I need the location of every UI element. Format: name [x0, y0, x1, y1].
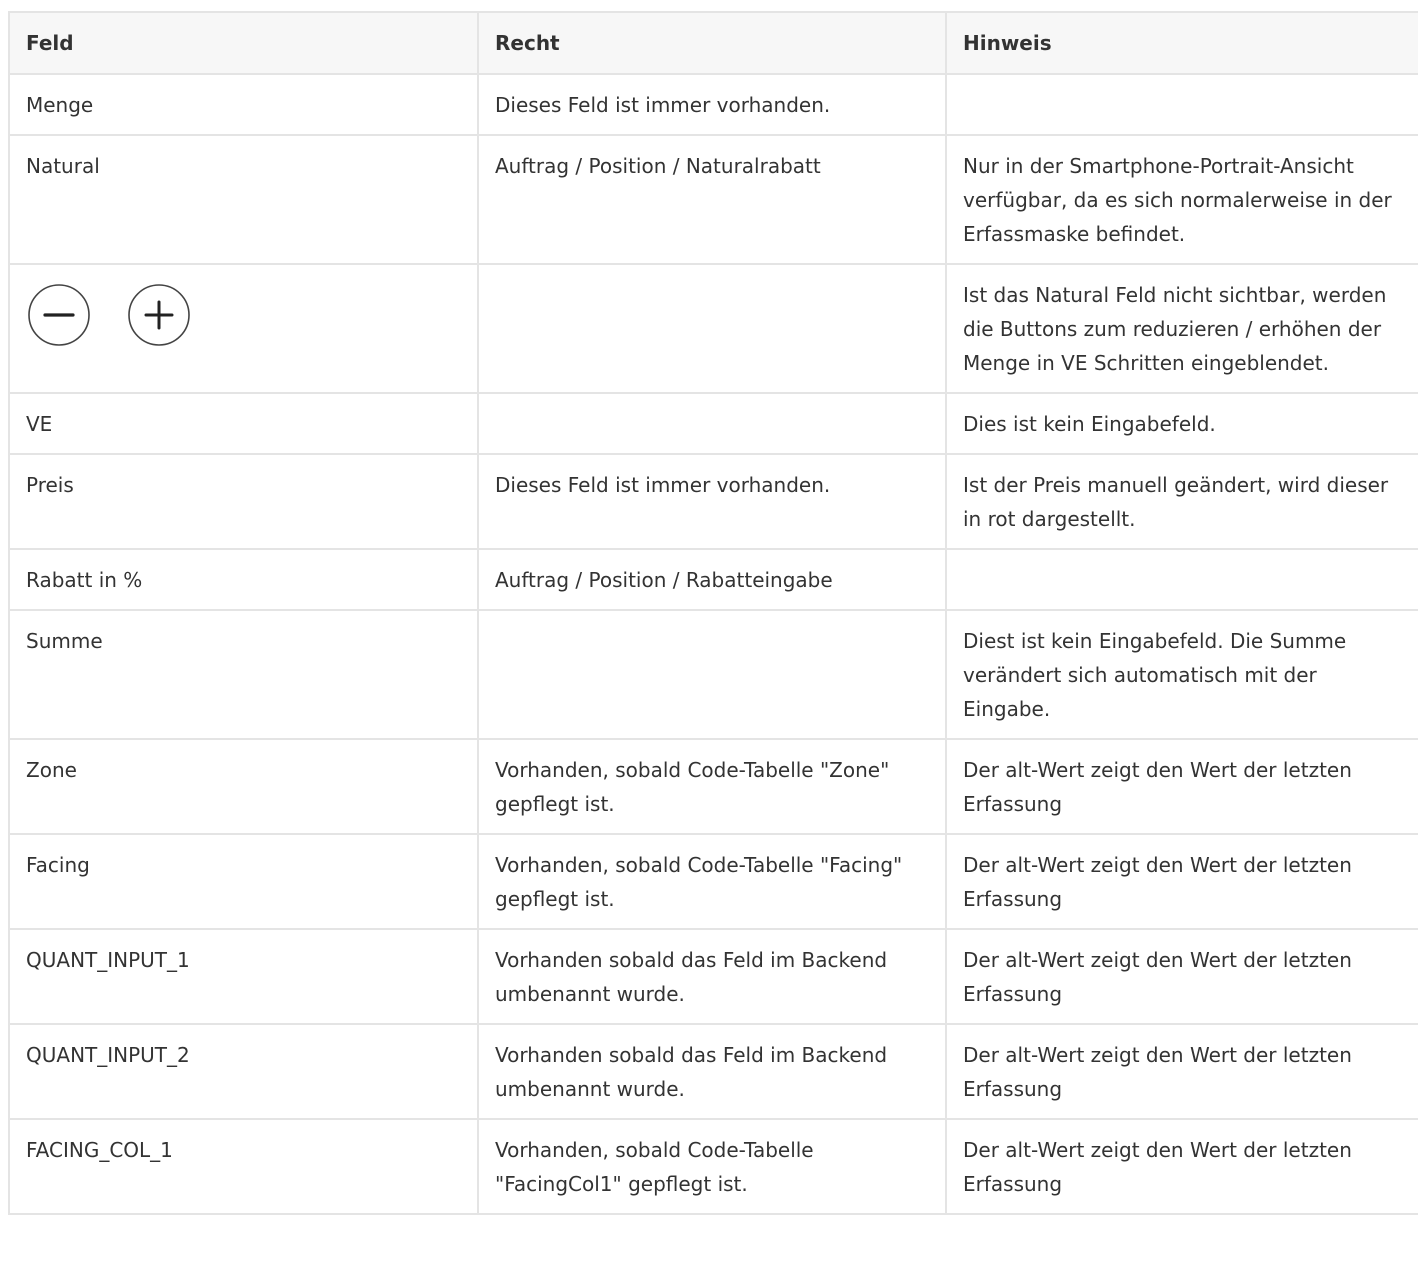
table-row: Ist das Natural Feld nicht sichtbar, wer…	[8, 263, 1418, 394]
cell-feld: VE	[8, 392, 479, 455]
cell-recht	[477, 263, 947, 394]
cell-hinweis: Ist der Preis manuell geändert, wird die…	[945, 453, 1418, 550]
cell-feld: Natural	[8, 134, 479, 265]
cell-hinweis: Der alt-Wert zeigt den Wert der letzten …	[945, 738, 1418, 835]
cell-feld: Rabatt in %	[8, 548, 479, 611]
table-row: Rabatt in % Auftrag / Position / Rabatte…	[8, 548, 1418, 611]
cell-recht	[477, 609, 947, 740]
cell-hinweis: Dies ist kein Eingabefeld.	[945, 392, 1418, 455]
field-rights-table: Feld Recht Hinweis Menge Dieses Feld ist…	[8, 11, 1418, 1215]
cell-feld: FACING_COL_1	[8, 1118, 479, 1215]
table-row: Summe Diest ist kein Eingabefeld. Die Su…	[8, 609, 1418, 740]
table-row: FACING_COL_1 Vorhanden, sobald Code-Tabe…	[8, 1118, 1418, 1215]
minus-circle-icon	[28, 284, 90, 346]
cell-feld: Facing	[8, 833, 479, 930]
cell-hinweis	[945, 548, 1418, 611]
table-row: Zone Vorhanden, sobald Code-Tabelle "Zon…	[8, 738, 1418, 835]
cell-hinweis	[945, 73, 1418, 136]
field-rights-table-container: Feld Recht Hinweis Menge Dieses Feld ist…	[8, 11, 1418, 1215]
table-row: Facing Vorhanden, sobald Code-Tabelle "F…	[8, 833, 1418, 930]
cell-feld: Preis	[8, 453, 479, 550]
cell-feld: QUANT_INPUT_2	[8, 1023, 479, 1120]
cell-hinweis: Der alt-Wert zeigt den Wert der letzten …	[945, 833, 1418, 930]
cell-feld: Menge	[8, 73, 479, 136]
table-row: Menge Dieses Feld ist immer vorhanden.	[8, 73, 1418, 136]
table-row: QUANT_INPUT_1 Vorhanden sobald das Feld …	[8, 928, 1418, 1025]
cell-recht: Auftrag / Position / Rabatteingabe	[477, 548, 947, 611]
cell-recht: Dieses Feld ist immer vorhanden.	[477, 73, 947, 136]
cell-feld: Zone	[8, 738, 479, 835]
header-feld: Feld	[8, 11, 479, 75]
cell-recht	[477, 392, 947, 455]
cell-recht: Vorhanden, sobald Code-Tabelle "FacingCo…	[477, 1118, 947, 1215]
table-row: Natural Auftrag / Position / Naturalraba…	[8, 134, 1418, 265]
cell-hinweis: Nur in der Smartphone-Portrait-Ansicht v…	[945, 134, 1418, 265]
plus-circle-icon	[128, 284, 190, 346]
cell-hinweis: Der alt-Wert zeigt den Wert der letzten …	[945, 1118, 1418, 1215]
cell-recht: Vorhanden, sobald Code-Tabelle "Facing" …	[477, 833, 947, 930]
cell-recht: Vorhanden sobald das Feld im Backend umb…	[477, 1023, 947, 1120]
cell-recht: Dieses Feld ist immer vorhanden.	[477, 453, 947, 550]
cell-hinweis: Diest ist kein Eingabefeld. Die Summe ve…	[945, 609, 1418, 740]
header-hinweis: Hinweis	[945, 11, 1418, 75]
header-recht: Recht	[477, 11, 947, 75]
quantity-stepper-icons	[26, 278, 461, 348]
cell-feld	[8, 263, 479, 394]
cell-feld: Summe	[8, 609, 479, 740]
table-row: Preis Dieses Feld ist immer vorhanden. I…	[8, 453, 1418, 550]
table-row: QUANT_INPUT_2 Vorhanden sobald das Feld …	[8, 1023, 1418, 1120]
cell-feld: QUANT_INPUT_1	[8, 928, 479, 1025]
cell-recht: Vorhanden sobald das Feld im Backend umb…	[477, 928, 947, 1025]
table-header-row: Feld Recht Hinweis	[8, 11, 1418, 75]
cell-recht: Auftrag / Position / Naturalrabatt	[477, 134, 947, 265]
cell-hinweis: Der alt-Wert zeigt den Wert der letzten …	[945, 928, 1418, 1025]
table-row: VE Dies ist kein Eingabefeld.	[8, 392, 1418, 455]
cell-recht: Vorhanden, sobald Code-Tabelle "Zone" ge…	[477, 738, 947, 835]
cell-hinweis: Ist das Natural Feld nicht sichtbar, wer…	[945, 263, 1418, 394]
cell-hinweis: Der alt-Wert zeigt den Wert der letzten …	[945, 1023, 1418, 1120]
